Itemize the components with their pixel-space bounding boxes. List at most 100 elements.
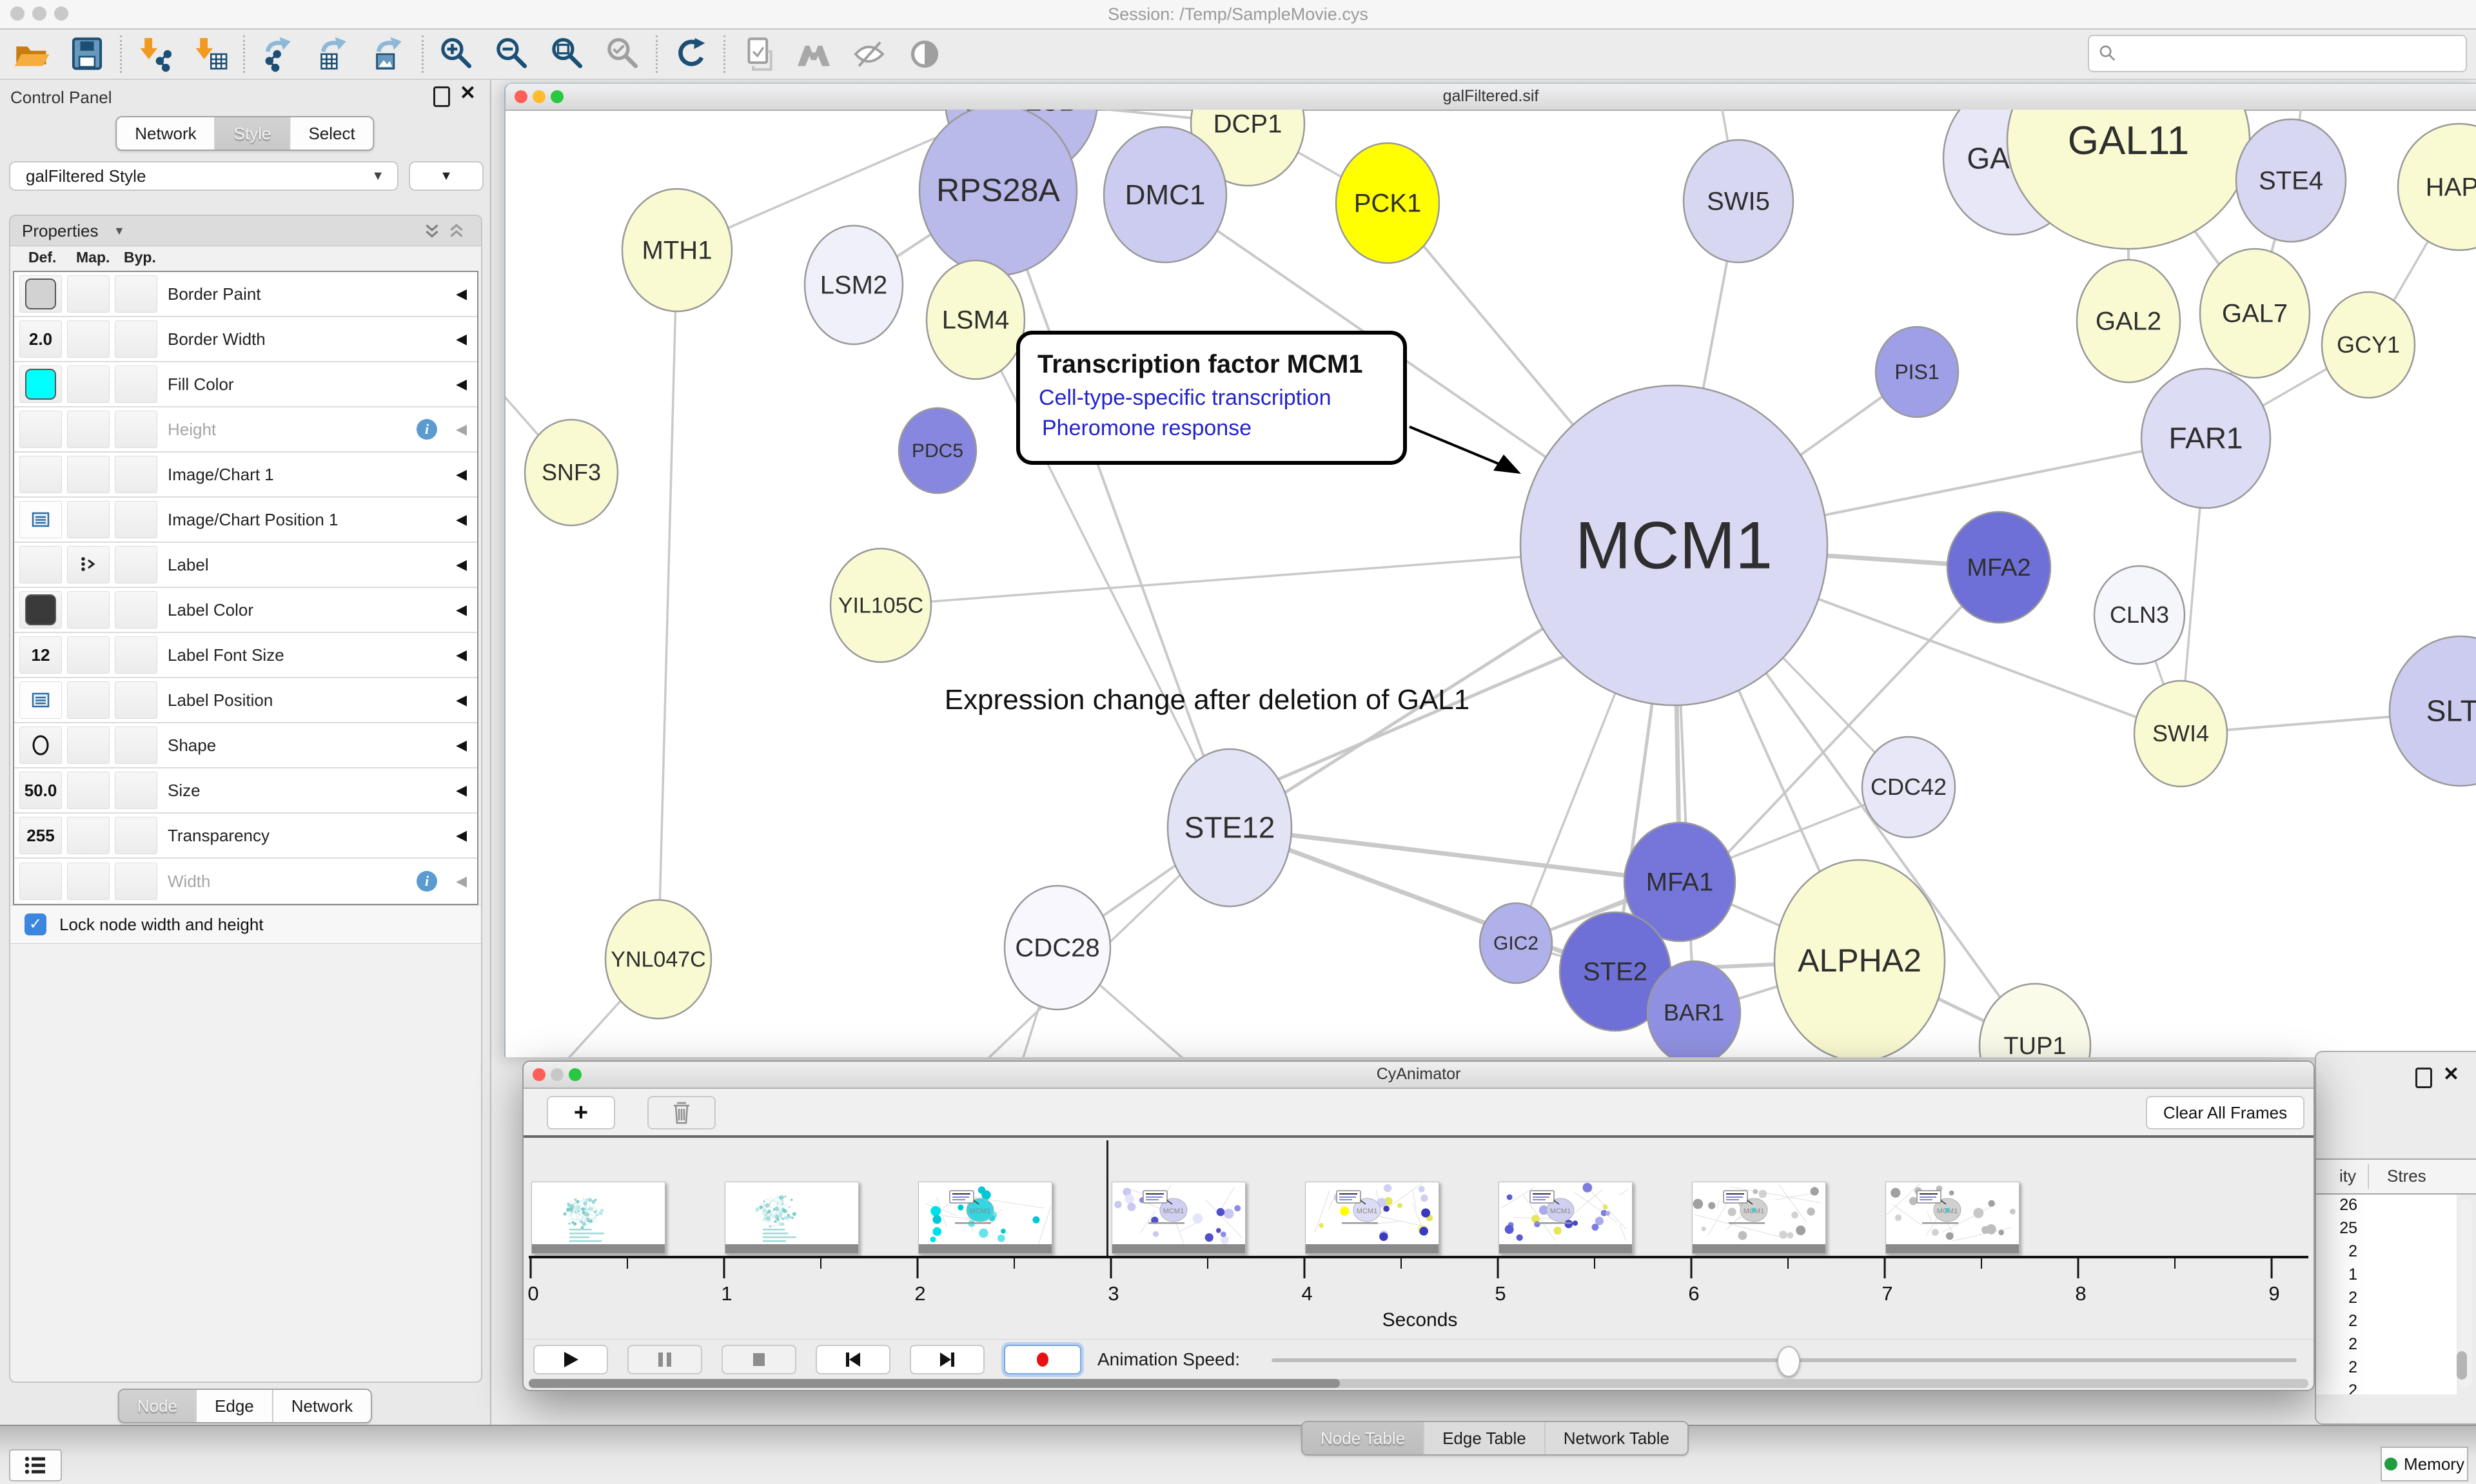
network-node-ste12[interactable]: STE12 (1168, 749, 1292, 906)
property-map-cell[interactable] (67, 366, 110, 403)
network-node-gal2[interactable]: GAL2 (2077, 260, 2180, 382)
property-map-cell[interactable] (67, 681, 110, 719)
clear-all-frames-button[interactable]: Clear All Frames (2146, 1096, 2304, 1129)
network-node-gic2[interactable]: GIC2 (1480, 903, 1552, 983)
network-node-alpha2[interactable]: ALPHA2 (1774, 860, 1945, 1057)
chevron-left-icon[interactable]: ◀ (456, 873, 467, 890)
chevron-left-icon[interactable]: ◀ (456, 286, 467, 302)
property-def-cell[interactable]: 50.0 (19, 772, 62, 809)
property-def-cell[interactable]: 12 (19, 636, 62, 674)
property-byp-cell[interactable] (115, 456, 157, 493)
tab-network[interactable]: Network (117, 117, 214, 150)
network-node-mfa2[interactable]: MFA2 (1947, 512, 2050, 623)
annotation-box[interactable]: Transcription factor MCM1Cell-type-speci… (1018, 333, 1405, 463)
property-map-cell[interactable] (67, 501, 110, 538)
network-window-titlebar[interactable]: galFiltered.sif (506, 84, 2476, 111)
property-def-cell[interactable] (19, 366, 62, 403)
property-row-shape[interactable]: Shape◀ (14, 723, 477, 768)
panel-tab-node[interactable]: Node (119, 1390, 195, 1422)
search-box[interactable] (2088, 35, 2467, 72)
timeline-frame-2[interactable]: MCM1 (918, 1182, 1052, 1254)
property-def-cell[interactable] (19, 863, 62, 900)
cyanimator-titlebar[interactable]: CyAnimator (524, 1062, 2314, 1089)
network-node-gal7[interactable]: GAL7 (2200, 249, 2310, 378)
float-panel-icon[interactable] (2415, 1068, 2432, 1088)
property-byp-cell[interactable] (115, 727, 157, 764)
network-node-yil105c[interactable]: YIL105C (830, 549, 931, 662)
timeline-scrollbar[interactable] (529, 1379, 2308, 1388)
network-node-mth1[interactable]: MTH1 (622, 189, 732, 311)
network-node-swi5[interactable]: SWI5 (1684, 140, 1793, 262)
table-cell-value[interactable]: 1 (2316, 1265, 2357, 1284)
property-def-cell[interactable] (19, 456, 62, 493)
network-node-rps28a[interactable]: RPS28A (919, 110, 1077, 275)
property-map-cell[interactable] (67, 636, 110, 674)
property-row-border-width[interactable]: 2.0Border Width◀ (14, 317, 477, 362)
property-byp-cell[interactable] (115, 501, 157, 538)
table-cell-value[interactable]: 2 (2316, 1358, 2357, 1377)
lock-checkbox[interactable]: ✓ (25, 913, 46, 935)
property-map-cell[interactable] (67, 727, 110, 764)
export-image-button[interactable] (361, 34, 417, 75)
timeline-frame-0[interactable] (531, 1182, 665, 1254)
table-cell-value[interactable]: 26 (2316, 1196, 2357, 1215)
show-details-button[interactable] (897, 34, 952, 75)
export-table-button[interactable] (306, 34, 361, 75)
network-node-lsm2[interactable]: LSM2 (805, 226, 903, 344)
properties-header[interactable]: Properties ▼ (10, 216, 481, 246)
property-def-cell[interactable] (19, 501, 62, 538)
network-node-tup1[interactable]: TUP1 (1980, 984, 2090, 1057)
property-row-image-chart-1[interactable]: Image/Chart 1◀ (14, 453, 477, 498)
property-byp-cell[interactable] (115, 320, 157, 358)
property-map-cell[interactable] (67, 320, 110, 358)
zoom-in-button[interactable] (429, 34, 484, 75)
property-byp-cell[interactable] (115, 275, 157, 313)
network-node-mcm1[interactable]: MCM1 (1520, 386, 1827, 705)
property-row-label[interactable]: Label◀ (14, 543, 477, 588)
export-network-button[interactable] (250, 34, 306, 75)
chevron-left-icon[interactable]: ◀ (456, 827, 467, 844)
chevron-left-icon[interactable]: ◀ (456, 692, 467, 708)
property-def-cell[interactable] (19, 546, 62, 583)
property-def-cell[interactable]: 255 (19, 817, 62, 854)
info-icon[interactable]: i (417, 871, 437, 892)
property-def-cell[interactable] (19, 727, 62, 764)
property-map-cell[interactable] (67, 772, 110, 809)
network-node-lsm4[interactable]: LSM4 (927, 260, 1025, 379)
property-row-label-font-size[interactable]: 12Label Font Size◀ (14, 633, 477, 678)
chevron-left-icon[interactable]: ◀ (456, 376, 467, 393)
chevron-left-icon[interactable]: ◀ (456, 511, 467, 528)
network-node-swi4[interactable]: SWI4 (2134, 681, 2227, 786)
add-frame-button[interactable]: + (547, 1096, 615, 1129)
property-row-label-position[interactable]: Label Position◀ (14, 678, 477, 723)
column-header-centrality[interactable]: ity (2316, 1166, 2356, 1186)
property-byp-cell[interactable] (115, 591, 157, 629)
expand-all-icon[interactable] (423, 222, 441, 240)
network-node-hap2[interactable]: HAP2 (2398, 124, 2476, 250)
timeline-frame-4[interactable]: MCM1 (1305, 1182, 1439, 1254)
stop-button[interactable] (722, 1345, 796, 1374)
property-row-width[interactable]: Widthi◀ (14, 859, 477, 904)
network-edge[interactable] (658, 250, 677, 959)
property-row-image-chart-position-1[interactable]: Image/Chart Position 1◀ (14, 498, 477, 543)
timeline-frame-3[interactable]: MCM1 (1112, 1182, 1246, 1254)
property-byp-cell[interactable] (115, 366, 157, 403)
network-node-gal11[interactable]: GAL11 (2007, 110, 2250, 249)
timeline-frame-1[interactable] (725, 1182, 859, 1254)
property-byp-cell[interactable] (115, 772, 157, 809)
float-panel-icon[interactable] (433, 86, 450, 107)
network-node-far1[interactable]: FAR1 (2141, 369, 2270, 508)
search-input[interactable] (2119, 39, 2466, 68)
memory-button[interactable]: Memory (2381, 1447, 2468, 1481)
close-panel-icon[interactable]: ✕ (460, 85, 476, 102)
annotation-link[interactable]: Cell-type-specific transcription (1039, 386, 1331, 410)
skip-start-button[interactable] (816, 1345, 890, 1374)
tab-select[interactable]: Select (289, 117, 373, 150)
table-tab-edge-table[interactable]: Edge Table (1423, 1422, 1544, 1454)
property-byp-cell[interactable] (115, 863, 157, 900)
property-row-transparency[interactable]: 255Transparency◀ (14, 814, 477, 859)
network-node-pdc5[interactable]: PDC5 (899, 408, 976, 493)
property-byp-cell[interactable] (115, 546, 157, 583)
network-node-ynl047c[interactable]: YNL047C (605, 900, 711, 1019)
network-node-slt2[interactable]: SLT2 (2390, 636, 2476, 786)
